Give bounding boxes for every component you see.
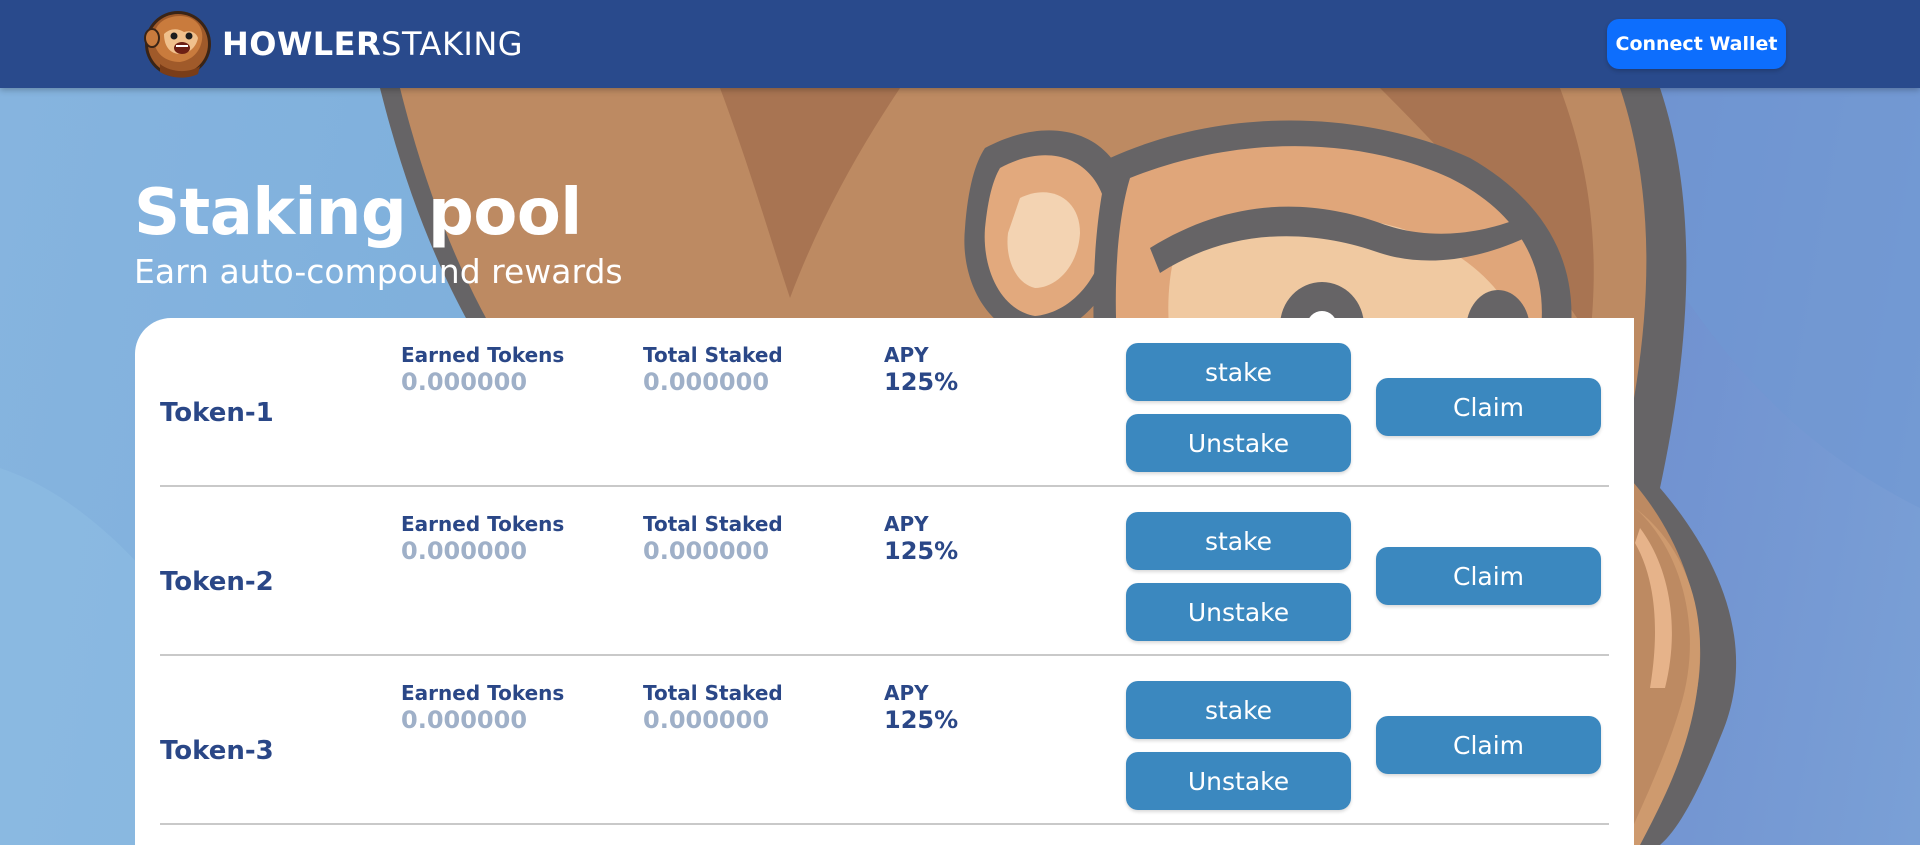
claim-button[interactable]: Claim [1376,716,1601,774]
apy-label: APY [884,681,929,705]
claim-button[interactable]: Claim [1376,378,1601,436]
total-staked-value: 0.000000 [643,706,770,734]
earned-tokens-label: Earned Tokens [401,343,565,367]
connect-wallet-button[interactable]: Connect Wallet [1607,19,1786,69]
brand-name-light: STAKING [381,25,524,63]
pool-row-token-2: Token-2 Earned Tokens 0.000000 Total Sta… [160,487,1609,656]
brand-name-bold: HOWLER [222,25,382,63]
pool-row-token-3: Token-3 Earned Tokens 0.000000 Total Sta… [160,656,1609,825]
earned-tokens-label: Earned Tokens [401,681,565,705]
apy-value: 125% [884,537,959,565]
apy-value: 125% [884,706,959,734]
staking-pool-card: Token-1 Earned Tokens 0.000000 Total Sta… [135,318,1634,845]
unstake-button[interactable]: Unstake [1126,414,1351,472]
earned-tokens-stat: Earned Tokens 0.000000 [401,681,564,734]
token-name: Token-1 [160,398,274,428]
page-subtitle: Earn auto-compound rewards [134,252,623,291]
earned-tokens-label: Earned Tokens [401,512,565,536]
total-staked-label: Total Staked [643,681,783,705]
token-name: Token-2 [160,567,274,597]
brand[interactable]: HOWLERSTAKING [140,10,523,78]
unstake-button[interactable]: Unstake [1126,752,1351,810]
total-staked-stat: Total Staked 0.000000 [643,343,783,396]
earned-tokens-stat: Earned Tokens 0.000000 [401,343,564,396]
total-staked-stat: Total Staked 0.000000 [643,512,783,565]
total-staked-value: 0.000000 [643,537,770,565]
stake-button[interactable]: stake [1126,681,1351,739]
monkey-mascot-logo-icon [144,11,211,78]
stake-button[interactable]: stake [1126,512,1351,570]
earned-tokens-value: 0.000000 [401,368,528,396]
total-staked-label: Total Staked [643,343,783,367]
pool-row-token-1: Token-1 Earned Tokens 0.000000 Total Sta… [160,318,1609,487]
claim-button[interactable]: Claim [1376,547,1601,605]
brand-name: HOWLERSTAKING [222,25,523,63]
page-title: Staking pool [134,176,582,250]
top-navbar: HOWLERSTAKING Connect Wallet [0,0,1920,88]
total-staked-value: 0.000000 [643,368,770,396]
apy-stat: APY 125% [884,681,958,734]
total-staked-stat: Total Staked 0.000000 [643,681,783,734]
token-name: Token-3 [160,736,274,766]
stake-button[interactable]: stake [1126,343,1351,401]
apy-label: APY [884,343,929,367]
apy-label: APY [884,512,929,536]
earned-tokens-value: 0.000000 [401,706,528,734]
total-staked-label: Total Staked [643,512,783,536]
earned-tokens-value: 0.000000 [401,537,528,565]
apy-stat: APY 125% [884,512,958,565]
earned-tokens-stat: Earned Tokens 0.000000 [401,512,564,565]
apy-value: 125% [884,368,959,396]
apy-stat: APY 125% [884,343,958,396]
unstake-button[interactable]: Unstake [1126,583,1351,641]
